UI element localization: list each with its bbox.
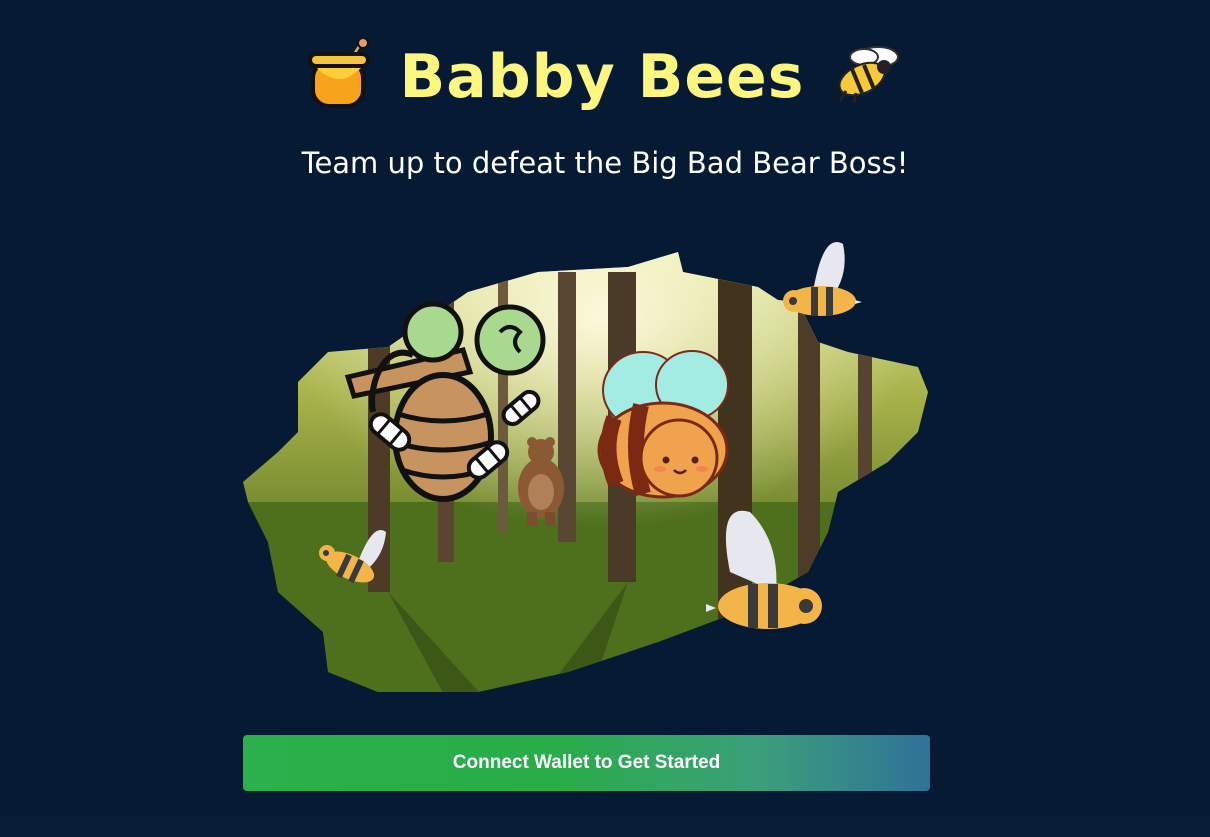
header: Babby Bees: [0, 37, 1210, 115]
small-bee-icon: [783, 242, 862, 316]
honey-pot-icon: [306, 37, 372, 115]
hero-illustration: [243, 242, 928, 692]
subtitle: Team up to defeat the Big Bad Bear Boss!: [301, 146, 909, 180]
connect-wallet-button[interactable]: Connect Wallet to Get Started: [243, 735, 930, 791]
page-title: Babby Bees: [399, 41, 805, 112]
bee-icon: [832, 43, 904, 110]
footer-band: [0, 815, 1210, 837]
cartoon-bee-icon: [597, 350, 729, 499]
